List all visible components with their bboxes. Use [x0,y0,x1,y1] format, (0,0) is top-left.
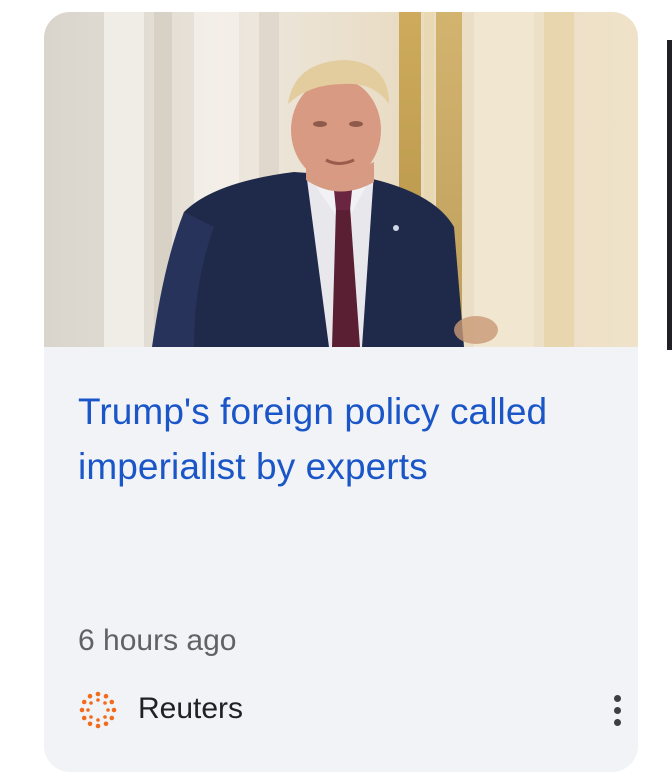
news-card[interactable]: Trump's foreign policy called imperialis… [44,12,638,772]
news-photo-image [44,12,638,347]
news-thumbnail[interactable] [44,12,638,347]
more-vert-icon [613,694,621,702]
headline-link[interactable]: Trump's foreign policy called imperialis… [78,384,598,494]
next-card-edge[interactable] [667,40,672,350]
source-name: Reuters [138,692,244,725]
more-vert-icon-dot [613,706,621,714]
more-options-button[interactable] [604,688,630,732]
more-vert-icon-dot [613,718,621,726]
timestamp: 6 hours ago [78,624,237,657]
reuters-logo-icon [79,691,117,729]
source-row: Reuters [78,688,621,732]
